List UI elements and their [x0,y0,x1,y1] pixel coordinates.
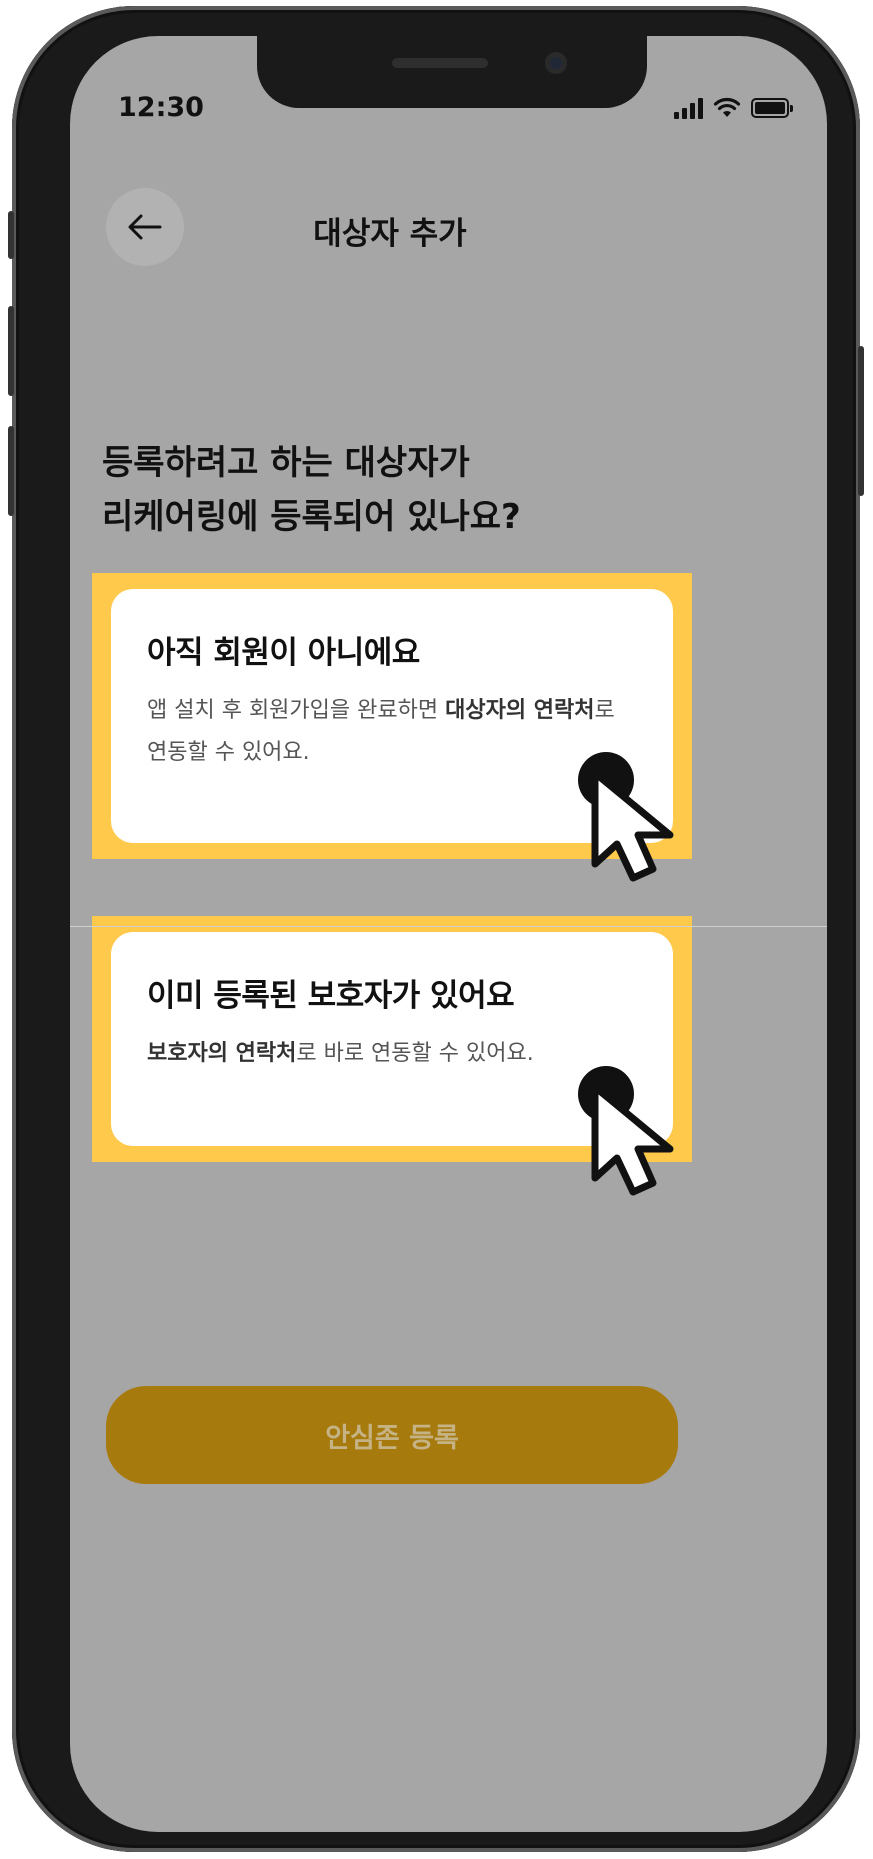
silent-switch [8,211,14,259]
wifi-icon [713,97,741,117]
camera-icon [545,52,567,74]
volume-up-button [8,306,14,396]
register-safe-zone-button[interactable]: 안심존 등록 [106,1386,678,1484]
pointer-cursor-icon [578,1066,674,1196]
volume-down-button [8,426,14,516]
question-heading: 등록하려고 하는 대상자가 리케어링에 등록되어 있나요? [102,443,521,537]
option-description: 앱 설치 후 회원가입을 완료하면 대상자의 연락처로 연동할 수 있어요. [147,698,615,765]
notch [257,36,647,108]
option-title: 아직 회원이 아니에요 [147,635,420,671]
option-title: 이미 등록된 보호자가 있어요 [147,978,515,1014]
signal-icon [674,97,703,119]
divider [70,926,827,927]
speaker [392,58,488,68]
phone-frame: 12:30 대상자 추가 등록하려고 하는 대상자가 리케어링에 등록되어 있나… [8,6,864,1852]
status-icons [674,94,793,122]
option-description: 보호자의 연락처로 바로 연동할 수 있어요. [147,1041,534,1066]
screen: 12:30 대상자 추가 등록하려고 하는 대상자가 리케어링에 등록되어 있나… [70,36,827,1832]
power-button [858,346,864,496]
page-title: 대상자 추가 [313,216,467,252]
pointer-cursor-icon [578,752,674,882]
battery-icon [751,98,793,118]
status-time: 12:30 [118,92,204,123]
